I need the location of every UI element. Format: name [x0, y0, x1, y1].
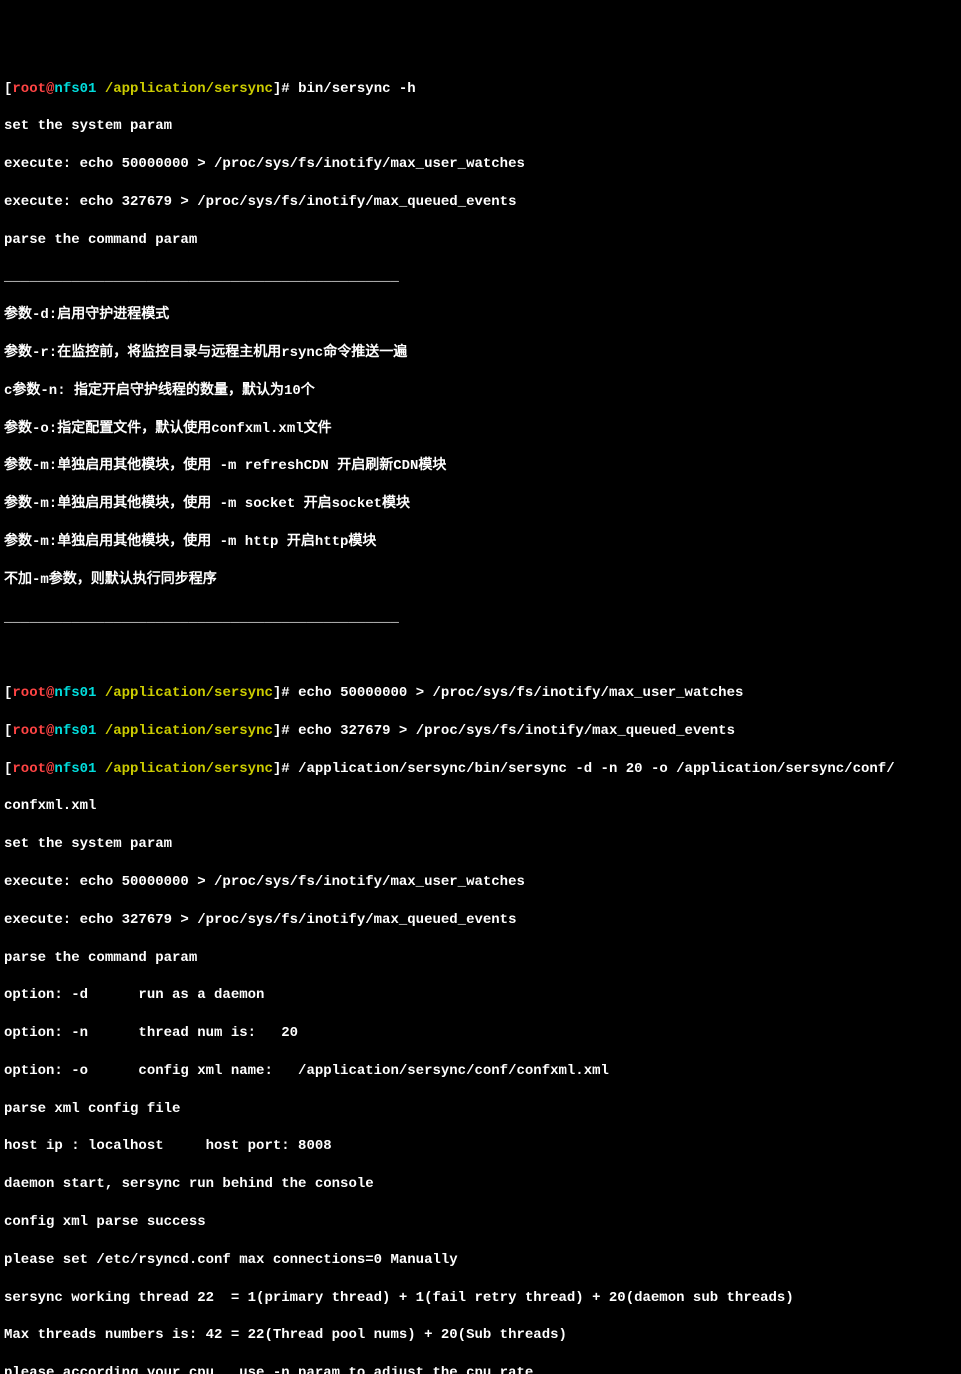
- output-line: set the system param: [4, 835, 957, 854]
- output-line: please according your cpu , use -n param…: [4, 1364, 957, 1374]
- output-line: option: -o config xml name: /application…: [4, 1062, 957, 1081]
- bracket-close: ]#: [273, 81, 290, 97]
- output-line: Max threads numbers is: 42 = 22(Thread p…: [4, 1326, 957, 1345]
- divider-line: ________________________________________…: [4, 268, 957, 287]
- prompt-user: root: [12, 723, 46, 739]
- cmd-line-1: [root@nfs01 /application/sersync]# bin/s…: [4, 80, 957, 99]
- output-line: execute: echo 327679 > /proc/sys/fs/inot…: [4, 193, 957, 212]
- cmd-line-3: [root@nfs01 /application/sersync]# echo …: [4, 722, 957, 741]
- help-line: 参数-m:单独启用其他模块，使用 -m refreshCDN 开启刷新CDN模块: [4, 457, 957, 476]
- output-line: option: -n thread num is: 20: [4, 1024, 957, 1043]
- output-line: option: -d run as a daemon: [4, 986, 957, 1005]
- help-line: 参数-r:在监控前，将监控目录与远程主机用rsync命令推送一遍: [4, 344, 957, 363]
- prompt-host: nfs01: [54, 81, 96, 97]
- blank-line: [4, 646, 957, 665]
- prompt-at: @: [46, 761, 54, 777]
- output-line: daemon start, sersync run behind the con…: [4, 1175, 957, 1194]
- bracket-open: [: [4, 723, 12, 739]
- prompt-at: @: [46, 723, 54, 739]
- output-line: config xml parse success: [4, 1213, 957, 1232]
- divider-line: ________________________________________…: [4, 609, 957, 628]
- bracket-open: [: [4, 685, 12, 701]
- command-text: bin/sersync -h: [298, 81, 416, 97]
- cmd-line-4b: confxml.xml: [4, 797, 957, 816]
- output-line: execute: echo 50000000 > /proc/sys/fs/in…: [4, 873, 957, 892]
- bracket-close: ]#: [273, 761, 290, 777]
- command-text: /application/sersync/bin/sersync -d -n 2…: [298, 761, 895, 777]
- help-line: 参数-d:启用守护进程模式: [4, 306, 957, 325]
- help-line: 参数-m:单独启用其他模块，使用 -m http 开启http模块: [4, 533, 957, 552]
- command-text: echo 50000000 > /proc/sys/fs/inotify/max…: [298, 685, 743, 701]
- output-line: set the system param: [4, 117, 957, 136]
- prompt-path: /application/sersync: [105, 685, 273, 701]
- prompt-user: root: [12, 81, 46, 97]
- prompt-host: nfs01: [54, 685, 96, 701]
- output-line: execute: echo 50000000 > /proc/sys/fs/in…: [4, 155, 957, 174]
- prompt-path: /application/sersync: [105, 761, 273, 777]
- prompt-user: root: [12, 761, 46, 777]
- help-line: c参数-n: 指定开启守护线程的数量，默认为10个: [4, 382, 957, 401]
- output-line: sersync working thread 22 = 1(primary th…: [4, 1289, 957, 1308]
- help-line: 参数-o:指定配置文件，默认使用confxml.xml文件: [4, 420, 957, 439]
- output-line: execute: echo 327679 > /proc/sys/fs/inot…: [4, 911, 957, 930]
- prompt-path: /application/sersync: [105, 723, 273, 739]
- bracket-close: ]#: [273, 723, 290, 739]
- output-line: parse xml config file: [4, 1100, 957, 1119]
- help-line: 参数-m:单独启用其他模块，使用 -m socket 开启socket模块: [4, 495, 957, 514]
- prompt-host: nfs01: [54, 723, 96, 739]
- bracket-close: ]#: [273, 685, 290, 701]
- command-continuation: confxml.xml: [4, 798, 96, 814]
- prompt-host: nfs01: [54, 761, 96, 777]
- prompt-at: @: [46, 685, 54, 701]
- prompt-path: /application/sersync: [105, 81, 273, 97]
- output-line: please set /etc/rsyncd.conf max connecti…: [4, 1251, 957, 1270]
- output-line: host ip : localhost host port: 8008: [4, 1137, 957, 1156]
- prompt-user: root: [12, 685, 46, 701]
- output-line: parse the command param: [4, 231, 957, 250]
- bracket-open: [: [4, 761, 12, 777]
- help-line: 不加-m参数，则默认执行同步程序: [4, 571, 957, 590]
- command-text: echo 327679 > /proc/sys/fs/inotify/max_q…: [298, 723, 735, 739]
- output-line: parse the command param: [4, 949, 957, 968]
- cmd-line-4: [root@nfs01 /application/sersync]# /appl…: [4, 760, 957, 779]
